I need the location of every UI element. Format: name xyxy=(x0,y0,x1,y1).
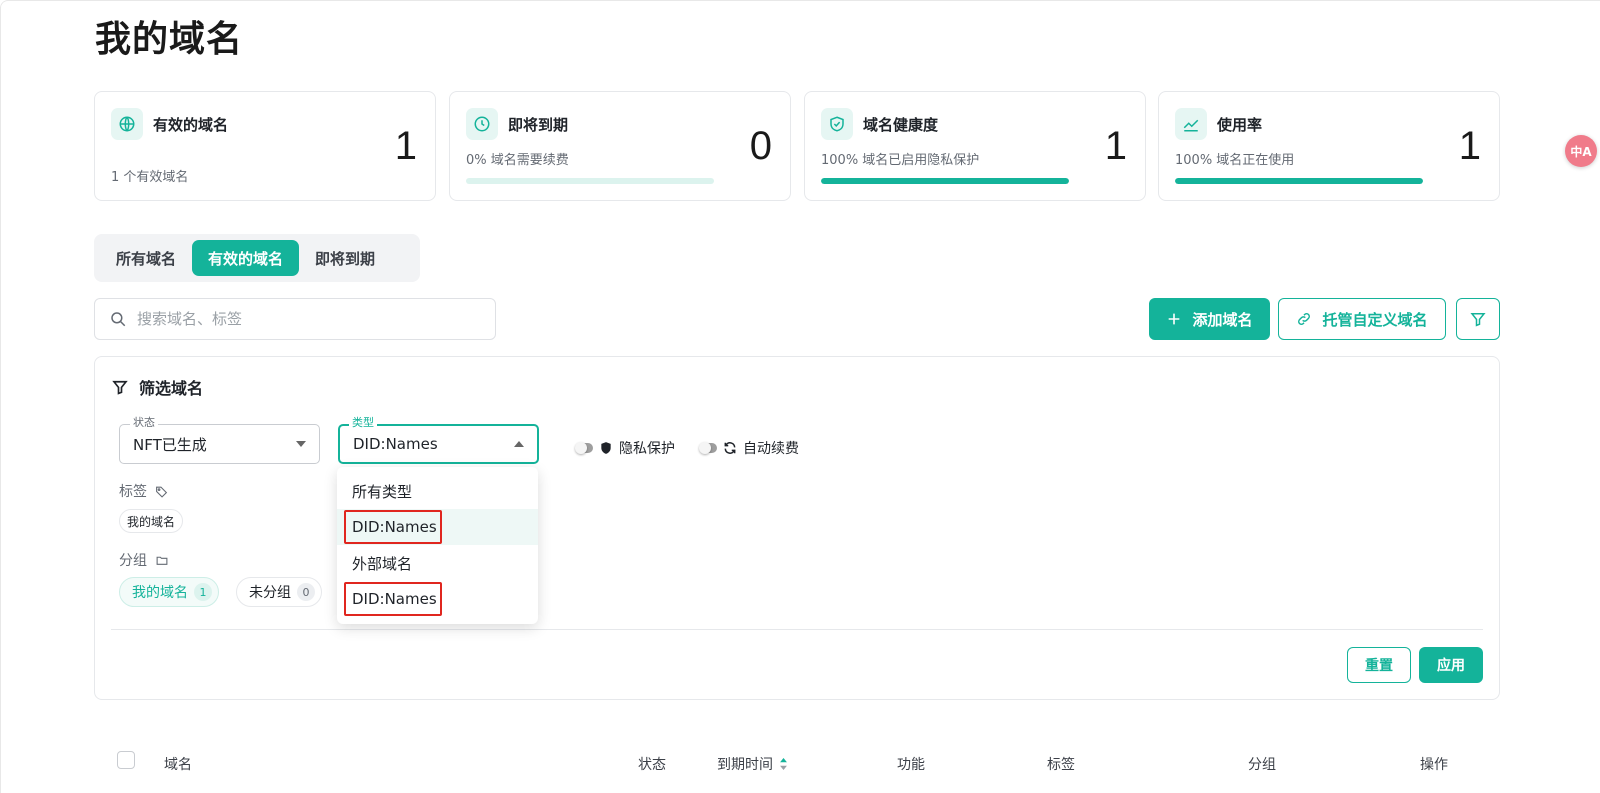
type-option-label: DID:Names xyxy=(352,518,437,536)
stat-card-value: 0 xyxy=(749,124,772,168)
domains-table-header: 域名 状态 到期时间 功能 标签 分组 操作 xyxy=(94,748,1500,778)
type-option-did-names[interactable]: DID:Names xyxy=(337,509,538,545)
column-expiry[interactable]: 到期时间 xyxy=(717,754,788,774)
stat-card-value: 1 xyxy=(1458,124,1481,168)
stat-card-subtitle: 100% 域名已启用隐私保护 xyxy=(821,153,980,168)
filter-icon xyxy=(1470,313,1486,327)
add-domain-button[interactable]: 添加域名 xyxy=(1149,298,1270,340)
stat-card-title: 即将到期 xyxy=(508,116,569,134)
translate-button[interactable]: 中A xyxy=(1565,135,1597,167)
search-box xyxy=(94,298,496,340)
panel-divider xyxy=(111,629,1483,630)
type-option-label: DID:Names xyxy=(352,590,437,608)
filter-panel-header: 筛选域名 xyxy=(111,375,203,399)
type-option-label: 所有类型 xyxy=(352,482,413,501)
tag-icon xyxy=(156,486,168,498)
stat-card-value: 1 xyxy=(394,124,417,168)
column-domain[interactable]: 域名 xyxy=(164,754,192,774)
privacy-toggle-label: 隐私保护 xyxy=(619,441,675,457)
usage-progress-bar xyxy=(1175,178,1423,184)
auto-renew-switch[interactable] xyxy=(699,442,717,454)
link-icon xyxy=(1298,313,1311,325)
domain-tabs: 所有域名 有效的域名 即将到期 xyxy=(94,234,420,282)
stat-card-title: 域名健康度 xyxy=(863,116,939,134)
globe-icon xyxy=(111,108,143,140)
type-option-all[interactable]: 所有类型 xyxy=(337,473,538,509)
stat-card-value: 1 xyxy=(1104,124,1127,168)
status-select-value: NFT已生成 xyxy=(133,435,207,454)
status-select[interactable]: 状态 NFT已生成 xyxy=(119,416,320,464)
chart-line-icon xyxy=(1175,108,1207,140)
type-select[interactable]: 类型 DID:Names xyxy=(338,416,539,464)
type-option-external[interactable]: 外部域名 xyxy=(337,545,538,581)
group-chip-ungrouped[interactable]: 未分组 0 xyxy=(236,577,322,607)
group-chip-count: 1 xyxy=(194,583,212,601)
column-group[interactable]: 分组 xyxy=(1248,754,1276,774)
clock-icon xyxy=(466,108,498,140)
column-tags[interactable]: 标签 xyxy=(1047,754,1075,774)
folder-icon xyxy=(156,556,168,565)
type-dropdown-menu: 所有类型 DID:Names 外部域名 DID:Names xyxy=(337,467,538,624)
select-all-checkbox[interactable] xyxy=(117,751,135,769)
shield-icon xyxy=(601,442,611,454)
column-expiry-label: 到期时间 xyxy=(717,757,773,773)
stat-card-subtitle: 0% 域名需要续费 xyxy=(466,153,569,168)
refresh-icon xyxy=(724,442,736,454)
tags-label: 标签 xyxy=(119,484,147,500)
tab-all-domains[interactable]: 所有域名 xyxy=(100,240,192,276)
type-option-did-names-2[interactable]: DID:Names xyxy=(337,581,538,617)
page-title: 我的域名 xyxy=(95,19,244,60)
sort-icon xyxy=(780,758,787,770)
reset-button[interactable]: 重置 xyxy=(1347,647,1411,683)
column-actions[interactable]: 操作 xyxy=(1420,754,1448,774)
progress-fill xyxy=(821,178,1069,184)
groups-field: 分组 xyxy=(119,550,169,570)
group-chip-label: 我的域名 xyxy=(132,585,188,601)
chevron-down-icon xyxy=(296,441,306,447)
group-chip-my-domains[interactable]: 我的域名 1 xyxy=(119,577,219,607)
stat-card-expiring: 即将到期 0% 域名需要续费 0 xyxy=(449,91,791,201)
filter-icon xyxy=(112,380,128,395)
stat-card-subtitle: 100% 域名正在使用 xyxy=(1175,153,1295,168)
type-select-label: 类型 xyxy=(349,416,377,430)
auto-renew-toggle[interactable]: 自动续费 xyxy=(699,438,799,458)
column-features[interactable]: 功能 xyxy=(897,754,925,774)
auto-renew-toggle-label: 自动续费 xyxy=(743,441,799,457)
stat-card-title: 使用率 xyxy=(1217,116,1263,134)
filter-toggle-button[interactable] xyxy=(1456,298,1500,340)
health-progress-bar xyxy=(821,178,1069,184)
filter-panel: 筛选域名 状态 NFT已生成 类型 DID:Names 隐私保护 自动续费 标签… xyxy=(94,356,1500,700)
privacy-toggle[interactable]: 隐私保护 xyxy=(575,438,675,458)
plus-icon xyxy=(1169,313,1180,325)
group-chip-label: 未分组 xyxy=(249,585,291,601)
progress-fill xyxy=(1175,178,1423,184)
stat-card-subtitle: 1 个有效域名 xyxy=(111,170,189,185)
stat-card-title: 有效的域名 xyxy=(153,116,229,134)
type-select-value: DID:Names xyxy=(353,435,438,453)
tab-expiring[interactable]: 即将到期 xyxy=(299,240,391,276)
column-status[interactable]: 状态 xyxy=(638,754,666,774)
stats-row: 有效的域名 1 个有效域名 1 即将到期 0% 域名需要续费 0 域名健康度 1… xyxy=(94,91,1500,201)
tab-active-domains[interactable]: 有效的域名 xyxy=(192,240,300,276)
group-chip-count: 0 xyxy=(297,583,315,601)
tags-field: 标签 xyxy=(119,481,168,501)
host-custom-domain-label: 托管自定义域名 xyxy=(1322,310,1428,329)
shield-check-icon xyxy=(821,108,853,140)
stat-card-usage: 使用率 100% 域名正在使用 1 xyxy=(1158,91,1500,201)
tag-chip[interactable]: 我的域名 xyxy=(119,509,184,533)
type-option-label: 外部域名 xyxy=(352,554,413,573)
host-custom-domain-button[interactable]: 托管自定义域名 xyxy=(1278,298,1446,340)
search-icon xyxy=(111,312,126,327)
status-select-label: 状态 xyxy=(130,416,158,430)
apply-button[interactable]: 应用 xyxy=(1419,647,1483,683)
add-domain-label: 添加域名 xyxy=(1192,310,1253,329)
groups-label: 分组 xyxy=(119,553,147,569)
privacy-switch[interactable] xyxy=(575,442,593,454)
chevron-up-icon xyxy=(514,441,524,447)
stat-card-health: 域名健康度 100% 域名已启用隐私保护 1 xyxy=(804,91,1146,201)
stat-card-active-domains: 有效的域名 1 个有效域名 1 xyxy=(94,91,436,201)
search-input[interactable] xyxy=(137,310,477,328)
expiring-progress-bar xyxy=(466,178,714,184)
filter-panel-title: 筛选域名 xyxy=(139,379,204,398)
